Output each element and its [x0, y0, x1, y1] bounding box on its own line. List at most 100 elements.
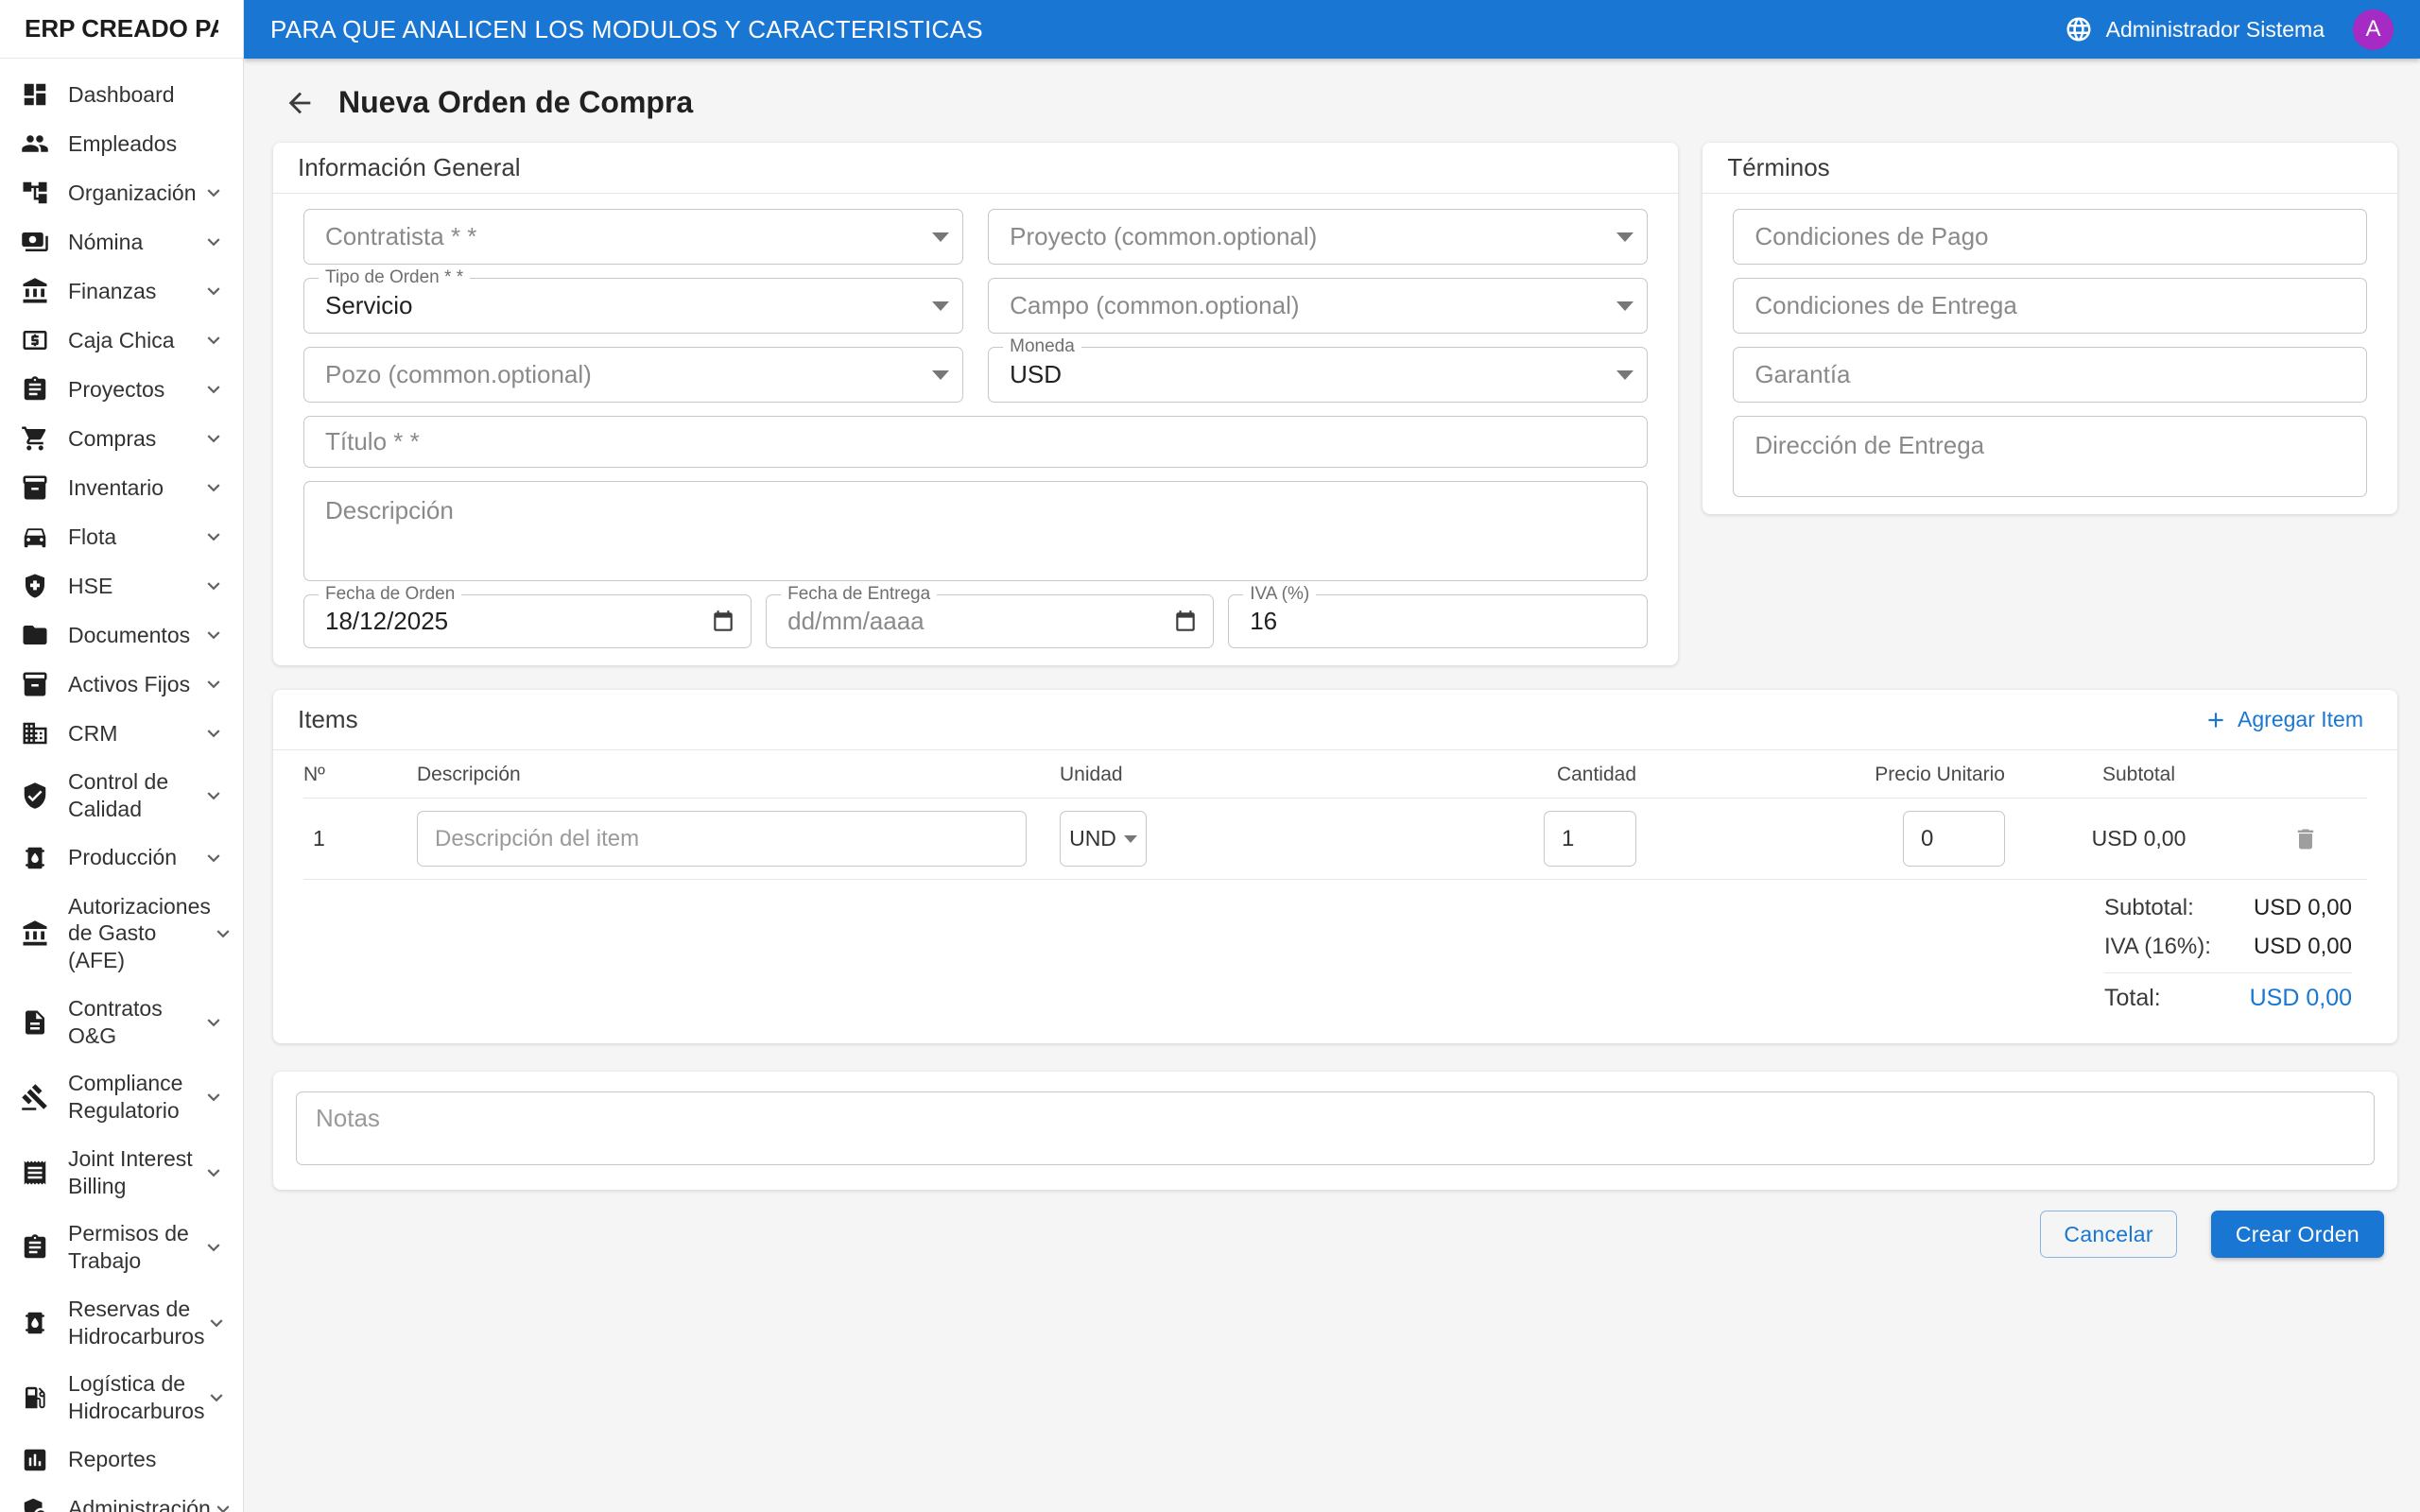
sidebar-item-administracion[interactable]: Administración — [0, 1485, 243, 1512]
user-avatar[interactable]: A — [2353, 9, 2394, 50]
chevron-down-icon — [201, 1160, 226, 1185]
condiciones-de-pago-input[interactable]: Condiciones de Pago — [1733, 209, 2367, 265]
dropdown-arrow-icon — [932, 232, 949, 242]
direccion-de-entrega-input[interactable]: Dirección de Entrega — [1733, 416, 2367, 497]
iva-total-label: IVA (16%): — [2104, 934, 2211, 960]
proyecto-select[interactable]: Proyecto (common.optional) — [988, 209, 1648, 265]
sidebar-item-label: Dashboard — [68, 81, 226, 109]
item-number: 1 — [303, 826, 417, 851]
sidebar-item-caja-chica[interactable]: Caja Chica — [0, 316, 243, 365]
sidebar-item-joint-interest-billing[interactable]: Joint Interest Billing — [0, 1135, 243, 1211]
notes-textarea[interactable] — [296, 1091, 2375, 1165]
item-quantity-input[interactable] — [1544, 811, 1636, 867]
sidebar-item-compliance-regulatorio[interactable]: Compliance Regulatorio — [0, 1059, 243, 1135]
sidebar-item-hse[interactable]: HSE — [0, 561, 243, 610]
building-icon — [21, 719, 49, 747]
field-placeholder: Garantía — [1754, 360, 1850, 389]
sidebar-item-nomina[interactable]: Nómina — [0, 217, 243, 266]
items-card: Items Agregar Item Nº Descripción Unidad… — [273, 690, 2397, 1043]
sidebar-item-label: HSE — [68, 573, 201, 600]
tipo-orden-select[interactable]: Tipo de Orden * * Servicio — [303, 278, 963, 334]
sidebar-item-compras[interactable]: Compras — [0, 414, 243, 463]
moneda-label: Moneda — [1003, 337, 1081, 356]
sidebar-item-reportes[interactable]: Reportes — [0, 1435, 243, 1485]
dashboard-icon — [21, 80, 49, 109]
sidebar-item-label: Reservas de Hidrocarburos — [68, 1296, 204, 1350]
condiciones-de-entrega-input[interactable]: Condiciones de Entrega — [1733, 278, 2367, 334]
topbar-right: Administrador Sistema A — [2065, 9, 2394, 50]
dropdown-arrow-icon — [1616, 370, 1634, 380]
descripcion-textarea[interactable]: Descripción — [303, 481, 1648, 581]
sidebar-item-dashboard[interactable]: Dashboard — [0, 70, 243, 119]
delete-item-icon[interactable] — [2292, 826, 2319, 852]
admin-shield-icon — [21, 1495, 49, 1512]
shopping-cart-icon — [21, 424, 49, 453]
pozo-select[interactable]: Pozo (common.optional) — [303, 347, 963, 403]
receipt-icon — [21, 1159, 49, 1187]
sidebar-item-label: Joint Interest Billing — [68, 1145, 201, 1200]
chevron-down-icon — [204, 1385, 229, 1410]
iva-input[interactable]: IVA (%) 16 — [1228, 594, 1648, 648]
sidebar-item-label: Compras — [68, 425, 201, 453]
sidebar-item-control-de-calidad[interactable]: Control de Calidad — [0, 758, 243, 833]
fecha-entrega-input[interactable]: Fecha de Entrega dd/mm/aaaa — [766, 594, 1214, 648]
col-unidad: Unidad — [1060, 764, 1532, 786]
sidebar-item-label: Caja Chica — [68, 327, 201, 354]
cancel-button[interactable]: Cancelar — [2040, 1211, 2176, 1258]
sidebar-item-flota[interactable]: Flota — [0, 512, 243, 561]
fecha-entrega-label: Fecha de Entrega — [781, 585, 937, 604]
moneda-select[interactable]: Moneda USD — [988, 347, 1648, 403]
fecha-entrega-value: dd/mm/aaaa — [787, 607, 925, 636]
titulo-label: Título * * — [325, 427, 420, 456]
sidebar-item-produccion[interactable]: Producción — [0, 833, 243, 883]
topbar-message: PARA QUE ANALICEN LOS MODULOS Y CARACTER… — [270, 15, 2065, 44]
contratista-select[interactable]: Contratista * * — [303, 209, 963, 265]
dropdown-arrow-icon — [932, 370, 949, 380]
item-unit-select[interactable]: UND — [1060, 811, 1147, 867]
item-unit-price-input[interactable] — [1903, 811, 2005, 867]
field-placeholder: Condiciones de Pago — [1754, 222, 1988, 251]
garantia-input[interactable]: Garantía — [1733, 347, 2367, 403]
chevron-down-icon — [201, 230, 226, 254]
calendar-icon[interactable] — [1173, 610, 1198, 634]
sidebar-item-logistica-de-hidrocarburos[interactable]: Logística de Hidrocarburos — [0, 1360, 243, 1435]
sidebar-item-empleados[interactable]: Empleados — [0, 119, 243, 168]
oil-barrel-icon — [21, 844, 49, 872]
item-description-input[interactable] — [417, 811, 1027, 867]
add-item-button[interactable]: Agregar Item — [2194, 701, 2373, 738]
item-subtotal: USD 0,00 — [2005, 826, 2273, 851]
sidebar-item-organizacion[interactable]: Organización — [0, 168, 243, 217]
campo-select[interactable]: Campo (common.optional) — [988, 278, 1648, 334]
dropdown-arrow-icon — [1616, 232, 1634, 242]
inventory-box-icon — [21, 670, 49, 698]
back-arrow-icon[interactable] — [284, 87, 316, 119]
sidebar-item-contratos-o-g[interactable]: Contratos O&G — [0, 985, 243, 1060]
subtotal-label: Subtotal: — [2104, 895, 2194, 921]
calendar-icon[interactable] — [711, 610, 735, 634]
sidebar-item-proyectos[interactable]: Proyectos — [0, 365, 243, 414]
sidebar-item-label: Proyectos — [68, 376, 201, 404]
sidebar-item-permisos-de-trabajo[interactable]: Permisos de Trabajo — [0, 1210, 243, 1285]
item-row: 1 UND USD 0,00 — [303, 799, 2367, 880]
sidebar-item-documentos[interactable]: Documentos — [0, 610, 243, 660]
sidebar-item-crm[interactable]: CRM — [0, 709, 243, 758]
sidebar-item-finanzas[interactable]: Finanzas — [0, 266, 243, 316]
cash-box-icon — [21, 326, 49, 354]
titulo-input[interactable]: Título * * — [303, 416, 1648, 468]
main-content: Nueva Orden de Compra Información Genera… — [244, 59, 2420, 1512]
page-head: Nueva Orden de Compra — [244, 59, 2420, 143]
user-name: Administrador Sistema — [2106, 17, 2325, 43]
sidebar-item-activos-fijos[interactable]: Activos Fijos — [0, 660, 243, 709]
sidebar-item-reservas-de-hidrocarburos[interactable]: Reservas de Hidrocarburos — [0, 1285, 243, 1361]
chevron-down-icon — [201, 623, 226, 647]
iva-label: IVA (%) — [1243, 585, 1316, 604]
chevron-down-icon — [201, 475, 226, 500]
total-value: USD 0,00 — [2250, 985, 2352, 1012]
iva-total-value: USD 0,00 — [2254, 934, 2352, 960]
fecha-orden-input[interactable]: Fecha de Orden 18/12/2025 — [303, 594, 752, 648]
sidebar-item-inventario[interactable]: Inventario — [0, 463, 243, 512]
create-order-button[interactable]: Crear Orden — [2211, 1211, 2384, 1258]
language-globe-icon[interactable] — [2065, 15, 2093, 43]
sidebar-item-autorizaciones-de-gasto-afe[interactable]: Autorizaciones de Gasto (AFE) — [0, 883, 243, 985]
general-info-title: Información General — [273, 143, 1678, 194]
